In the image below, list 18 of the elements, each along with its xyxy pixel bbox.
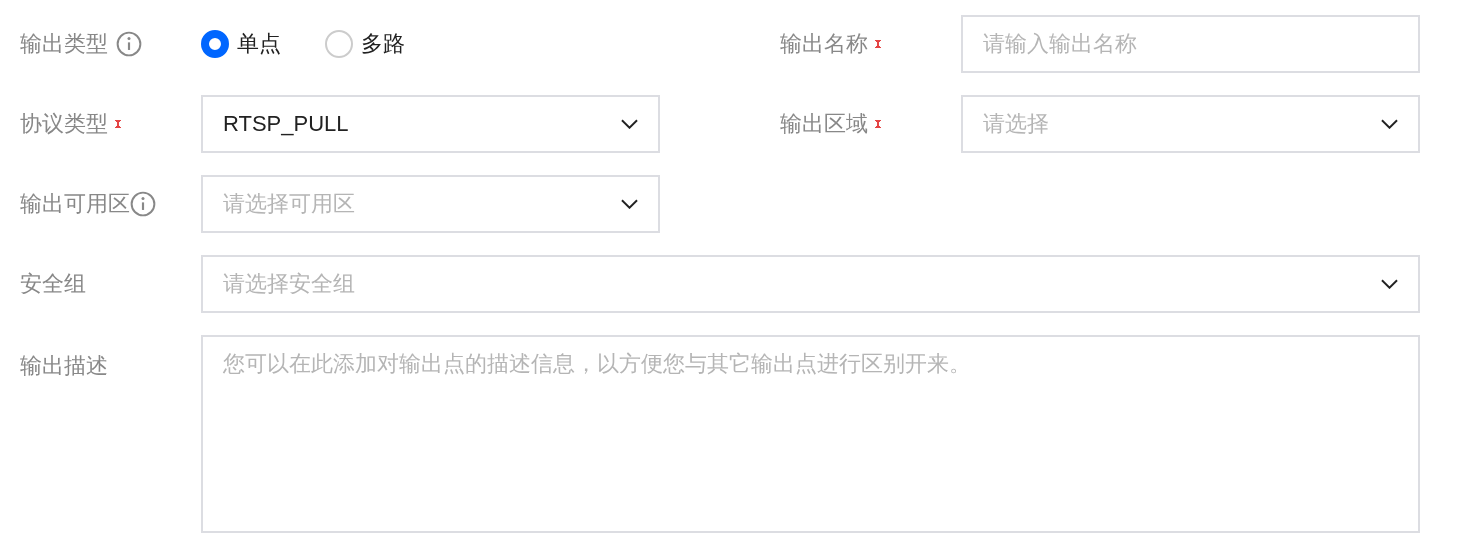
- input-field[interactable]: 请输入输出名称: [961, 15, 1420, 73]
- field-label: 输出名称: [780, 30, 868, 58]
- field-label: 输出可用区: [20, 190, 130, 218]
- radio-option[interactable]: 单点: [201, 29, 281, 59]
- chevron-down-icon: [621, 119, 638, 129]
- field-label: 输出区域: [780, 110, 868, 138]
- chevron-down-icon: [1381, 119, 1398, 129]
- textarea-field[interactable]: 您可以在此添加对输出点的描述信息，以方便您与其它输出点进行区别开来。: [201, 335, 1420, 533]
- chevron-down-icon: [621, 199, 638, 209]
- radio-option[interactable]: 多路: [325, 29, 405, 59]
- chevron-down-icon: [1381, 279, 1398, 289]
- info-icon[interactable]: [116, 31, 142, 57]
- field-label: 输出描述: [20, 352, 108, 380]
- select-field[interactable]: RTSP_PULL: [201, 95, 660, 153]
- field-label: 协议类型: [20, 110, 108, 138]
- field-label: 输出类型: [20, 30, 108, 58]
- info-icon[interactable]: [130, 191, 156, 217]
- field-label: 安全组: [20, 270, 86, 298]
